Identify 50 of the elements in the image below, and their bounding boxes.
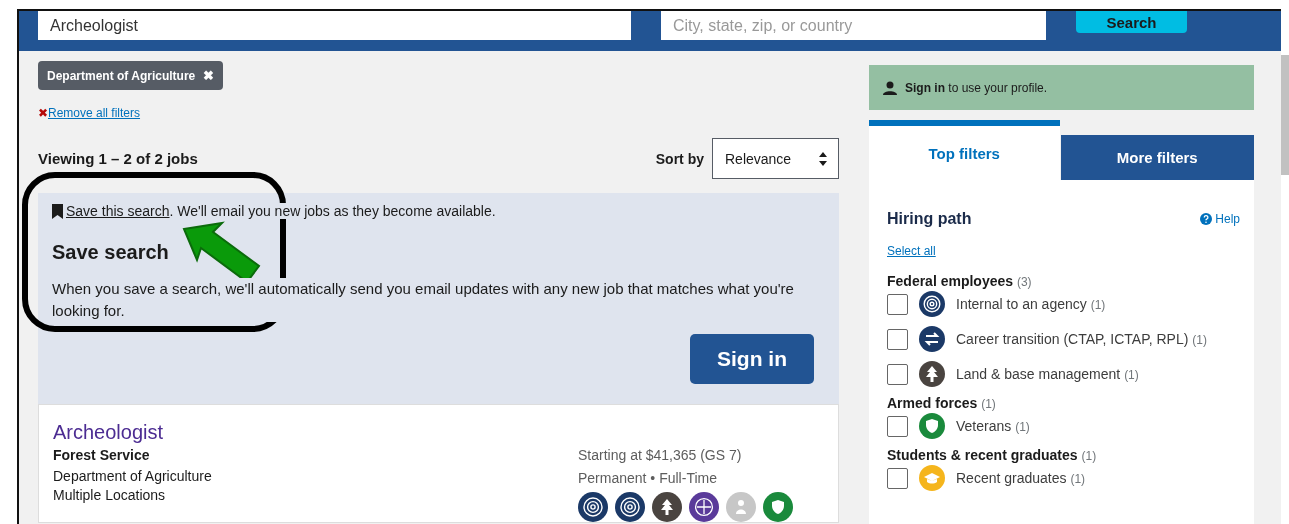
save-search-text: Save this search. We'll email you new jobs as they become available. (66, 203, 496, 219)
results-count: Viewing 1 – 2 of 2 jobs (38, 150, 198, 167)
filter-option-label: Land & base management (1) (956, 366, 1139, 382)
close-icon[interactable]: ✖ (203, 68, 215, 83)
group-label: Armed forces (1) (887, 395, 997, 411)
tree-icon (919, 361, 945, 387)
graduation-cap-icon (919, 465, 945, 491)
sign-in-button[interactable]: Sign in (690, 334, 814, 384)
group-label: Federal employees (3) (887, 273, 1033, 289)
save-search-title: Save search (52, 241, 170, 264)
checkbox[interactable] (887, 328, 908, 350)
job-agency: Forest Service (53, 447, 151, 463)
shield-icon (919, 413, 945, 439)
job-salary: Starting at $41,365 (GS 7) (578, 447, 743, 463)
profile-message: Sign in to use your profile. (905, 80, 1048, 95)
sort-label: Sort by (655, 150, 704, 167)
sort-arrows-icon (818, 150, 828, 167)
filter-option-label: Internal to an agency (1) (956, 296, 1106, 312)
help-icon (1200, 213, 1213, 225)
job-schedule: Permanent • Full-Time (578, 470, 718, 486)
help-link[interactable]: Help (1200, 212, 1240, 226)
target-icon (919, 291, 945, 317)
keyword-field[interactable]: Archeologist (38, 11, 631, 40)
checkbox[interactable] (887, 363, 908, 385)
sort-select[interactable]: Relevance (712, 138, 839, 179)
job-location: Multiple Locations (53, 487, 167, 503)
checkbox[interactable] (887, 467, 908, 489)
filter-label: Department of Agriculture (47, 68, 196, 83)
filter-tab[interactable]: Top filters (869, 120, 1060, 180)
filter-chip[interactable]: Department of Agriculture ✖ (38, 61, 224, 90)
location-field[interactable]: City, state, zip, or country (661, 11, 1046, 40)
save-search-link[interactable]: Save this search (66, 203, 170, 219)
filter-option-label: Career transition (CTAP, ICTAP, RPL) (1) (956, 331, 1207, 347)
filter-option-label: Recent graduates (1) (956, 470, 1086, 486)
search-button[interactable]: Search (1076, 11, 1187, 33)
person-icon (883, 80, 897, 95)
checkbox[interactable] (887, 415, 908, 437)
filter-tab[interactable]: More filters (1060, 135, 1254, 180)
swap-arrows-icon (919, 326, 945, 352)
filter-option-label: Veterans (1) (956, 418, 1030, 434)
job-title-link[interactable]: Archeologist (53, 421, 212, 444)
remove-filters-link[interactable]: Remove all filters (48, 106, 141, 120)
group-label: Students & recent graduates (1) (887, 447, 1098, 463)
checkbox[interactable] (887, 293, 908, 315)
section-title: Hiring path (887, 210, 972, 228)
job-department: Department of Agriculture (53, 468, 212, 484)
remove-icon: ✖ (38, 106, 48, 120)
scrollbar-thumb[interactable] (1281, 55, 1289, 175)
select-all-link[interactable]: Select all (887, 244, 936, 258)
bookmark-icon (52, 203, 63, 219)
